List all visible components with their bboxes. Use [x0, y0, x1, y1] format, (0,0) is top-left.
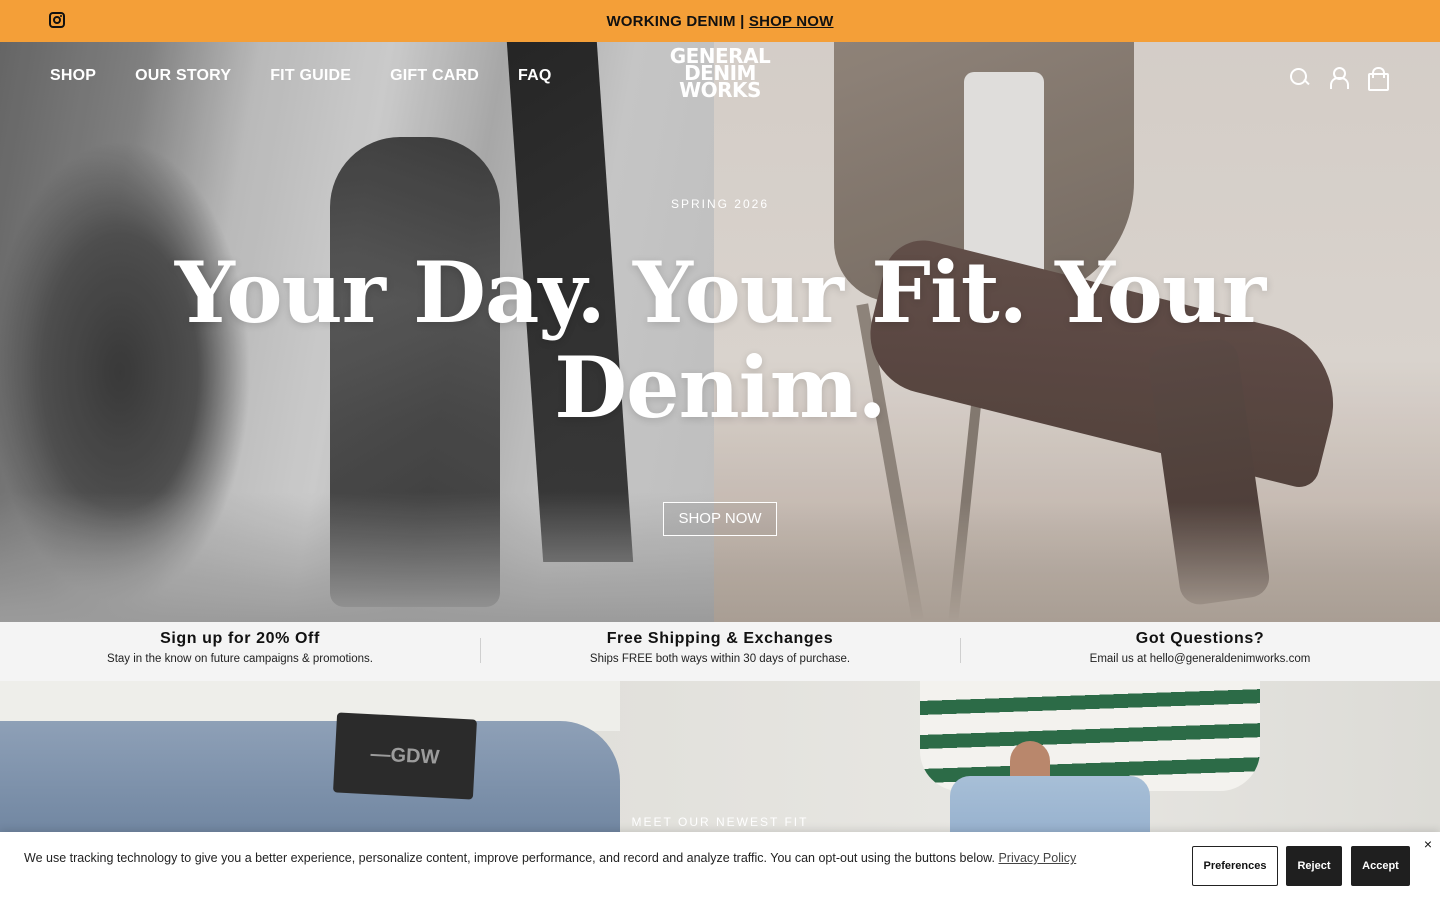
cookie-text: We use tracking technology to give you a…	[24, 851, 995, 865]
close-icon[interactable]: ×	[1424, 836, 1432, 852]
newest-fit-eyebrow: MEET OUR NEWEST FIT	[631, 815, 809, 829]
perks-strip: Sign up for 20% Off Stay in the know on …	[0, 622, 1440, 681]
perk-shipping[interactable]: Free Shipping & Exchanges Ships FREE bot…	[480, 622, 960, 681]
striped-tee-image	[920, 681, 1260, 791]
cookie-preferences-button[interactable]: Preferences	[1192, 846, 1278, 886]
perk-signup[interactable]: Sign up for 20% Off Stay in the know on …	[0, 622, 480, 681]
cookie-message: We use tracking technology to give you a…	[24, 851, 1076, 865]
perk-title: Got Questions?	[1135, 630, 1265, 647]
perk-title: Sign up for 20% Off	[160, 630, 320, 647]
cookie-accept-button[interactable]: Accept	[1351, 846, 1410, 886]
announcement-bar: WORKING DENIM | SHOP NOW	[0, 0, 1440, 42]
instagram-icon[interactable]	[49, 12, 65, 28]
gdw-leather-patch: —GDW	[333, 712, 477, 800]
hero-headline: Your Day. Your Fit. Your Denim.	[174, 243, 1266, 437]
hero-eyebrow: SPRING 2026	[670, 197, 770, 211]
announcement-text: WORKING DENIM |	[606, 12, 745, 30]
perk-description: Stay in the know on future campaigns & p…	[107, 653, 373, 665]
cookie-banner: We use tracking technology to give you a…	[0, 832, 1440, 900]
hero-content: SPRING 2026 Your Day. Your Fit. Your Den…	[0, 42, 1440, 622]
announcement-shop-link[interactable]: SHOP NOW	[749, 13, 834, 30]
cookie-reject-button[interactable]: Reject	[1286, 846, 1342, 886]
perk-description: Email us at hello@generaldenimworks.com	[1089, 653, 1311, 665]
perk-title: Free Shipping & Exchanges	[606, 630, 834, 647]
hero-shop-now-button[interactable]: SHOP NOW	[663, 502, 777, 536]
perk-description: Ships FREE both ways within 30 days of p…	[589, 653, 851, 665]
privacy-policy-link[interactable]: Privacy Policy	[998, 851, 1076, 865]
announcement-message: WORKING DENIM | SHOP NOW	[606, 13, 833, 30]
perk-questions[interactable]: Got Questions? Email us at hello@general…	[960, 622, 1440, 681]
